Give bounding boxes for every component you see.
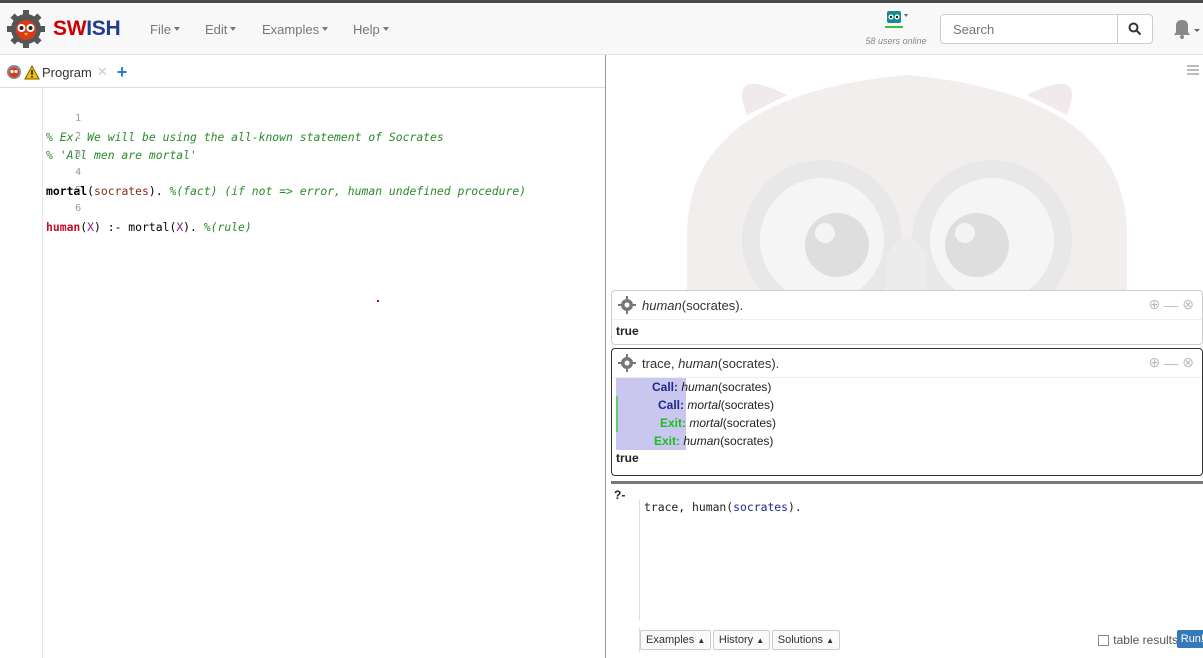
trace-output: Call: human(socrates) Call: mortal(socra… <box>612 377 1202 450</box>
table-results-label: table results <box>1113 633 1178 647</box>
brand[interactable]: SWISH <box>6 9 121 49</box>
gear-icon <box>618 354 636 372</box>
code-line: 3 <box>0 128 81 160</box>
users-online-count: 58 users online <box>865 36 927 46</box>
runner-header: trace, human(socrates). ⊕ — ⊗ <box>612 349 1202 377</box>
trace-line: Exit: human(socrates) <box>612 432 1202 450</box>
warning-icon <box>24 64 40 79</box>
brand-name: SWISH <box>53 17 121 40</box>
close-tab-icon[interactable]: ✕ <box>97 64 108 80</box>
runner-query: trace, human(socrates). <box>642 355 780 371</box>
search-input[interactable] <box>940 14 1118 44</box>
runner-result: true <box>616 451 639 465</box>
caret-up-icon: ▲ <box>756 636 765 645</box>
menu-hamburger-icon[interactable] <box>1187 65 1199 77</box>
caret-down-icon <box>230 27 237 31</box>
menu-examples[interactable]: Examples <box>262 3 329 55</box>
users-online[interactable]: 58 users online <box>862 9 930 46</box>
swish-logo-icon <box>7 10 45 48</box>
cursor-dot <box>377 300 379 302</box>
line-number: 5 <box>75 185 82 196</box>
code-editor[interactable]: 1 % Ex. We will be using the all-known s… <box>0 88 605 658</box>
download-icon[interactable]: ⊕ <box>1149 354 1161 371</box>
trace-line: Exit: mortal(socrates) <box>612 414 1202 432</box>
runner-query: human(socrates). <box>642 297 744 313</box>
solutions-button[interactable]: Solutions ▲ <box>771 630 840 650</box>
user-avatar-icon <box>885 11 908 28</box>
query-toolbar: Examples ▲ History ▲ Solutions ▲ table r… <box>639 628 1203 652</box>
table-results-checkbox[interactable] <box>1098 634 1110 646</box>
close-icon[interactable]: ⊗ <box>1182 296 1194 313</box>
code-fact: mortal(socrates). %(fact) (if not => err… <box>46 184 527 198</box>
download-icon[interactable]: ⊕ <box>1149 296 1161 313</box>
caret-up-icon: ▲ <box>826 636 834 645</box>
results-pane: human(socrates). ⊕ — ⊗ true trace, human… <box>607 55 1203 658</box>
menu-help[interactable]: Help <box>353 3 389 55</box>
history-button[interactable]: History ▲ <box>712 630 771 650</box>
minimize-icon[interactable]: — <box>1164 297 1178 313</box>
navbar: SWISH File Edit Examples Help 58 users o… <box>0 0 1203 55</box>
query-runner-1: human(socrates). ⊕ — ⊗ true <box>611 290 1203 345</box>
query-editor-area: ?- trace, human(socrates). Examples ▲ Hi… <box>611 481 1203 658</box>
swish-small-icon <box>7 65 21 79</box>
code-line: 6 human(X) :- mortal(X). %(rule) <box>0 182 252 234</box>
code-comment: % Ex. We will be using the all-known sta… <box>46 130 444 144</box>
line-number: 4 <box>75 167 82 178</box>
menu-edit[interactable]: Edit <box>205 3 237 55</box>
notifications-bell[interactable] <box>1170 17 1200 44</box>
code-line: 2 % 'All men are mortal' <box>0 110 197 162</box>
code-line: 5 <box>0 164 81 196</box>
bell-icon <box>1174 20 1200 39</box>
search-icon <box>1128 22 1142 36</box>
run-button[interactable]: Run! <box>1176 630 1203 648</box>
line-number: 1 <box>75 113 82 124</box>
tab-program[interactable]: Program ✕ + <box>6 63 128 81</box>
line-number: 2 <box>75 131 82 142</box>
trace-line: Call: mortal(socrates) <box>612 396 1202 414</box>
trace-line: Call: human(socrates) <box>612 378 1202 396</box>
menu-file[interactable]: File <box>150 3 180 55</box>
search-button[interactable] <box>1117 14 1153 44</box>
caret-down-icon <box>322 27 329 31</box>
code-line: 1 % Ex. We will be using the all-known s… <box>0 92 444 144</box>
program-pane: Program ✕ + 1 % Ex. We will be using the… <box>0 55 606 658</box>
runner-header: human(socrates). ⊕ — ⊗ <box>612 291 1202 319</box>
caret-down-icon <box>173 27 180 31</box>
line-number: 3 <box>75 149 82 160</box>
examples-button[interactable]: Examples ▲ <box>640 630 712 650</box>
caret-down-icon <box>382 27 389 31</box>
line-number: 6 <box>75 203 82 214</box>
minimize-icon[interactable]: — <box>1164 355 1178 371</box>
owl-background <box>607 55 1203 290</box>
tab-program-label: Program <box>42 64 92 80</box>
close-icon[interactable]: ⊗ <box>1182 354 1194 371</box>
query-runner-2: trace, human(socrates). ⊕ — ⊗ Call: huma… <box>611 348 1203 476</box>
table-results-toggle[interactable]: table results <box>1098 633 1178 647</box>
editor-tabbar: Program ✕ + <box>0 55 605 88</box>
runner-result: true <box>612 319 1202 338</box>
query-input[interactable]: trace, human(socrates). <box>639 500 1199 620</box>
code-rule: human(X) :- mortal(X). %(rule) <box>46 220 252 234</box>
owl-watermark-icon <box>687 75 1127 290</box>
code-line: 4 mortal(socrates). %(fact) (if not => e… <box>0 146 526 198</box>
add-tab-icon[interactable]: + <box>117 63 128 81</box>
query-prompt: ?- <box>614 488 626 502</box>
gear-icon <box>618 296 636 314</box>
caret-up-icon: ▲ <box>697 636 706 645</box>
